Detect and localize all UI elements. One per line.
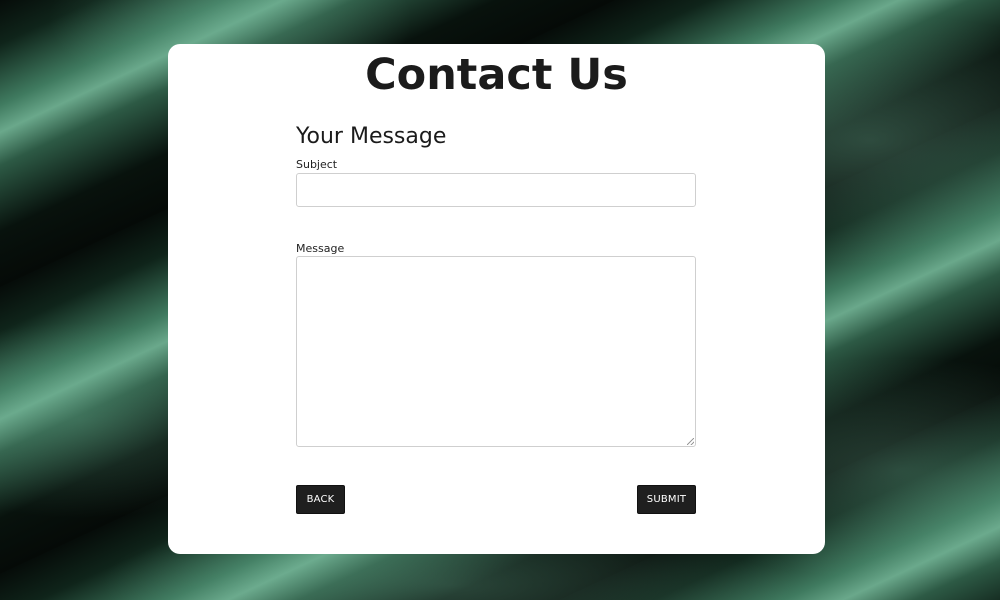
back-button[interactable]: BACK	[296, 485, 345, 514]
submit-button[interactable]: SUBMIT	[637, 485, 696, 514]
textarea-resize-handle[interactable]	[687, 438, 694, 445]
subject-label: Subject	[296, 158, 338, 171]
contact-card: Contact Us Your Message Subject Message …	[168, 44, 825, 554]
message-label: Message	[296, 242, 345, 255]
subject-input[interactable]	[296, 173, 696, 207]
page-title: Contact Us	[365, 50, 628, 100]
section-title: Your Message	[296, 124, 447, 149]
message-textarea[interactable]	[296, 256, 696, 447]
